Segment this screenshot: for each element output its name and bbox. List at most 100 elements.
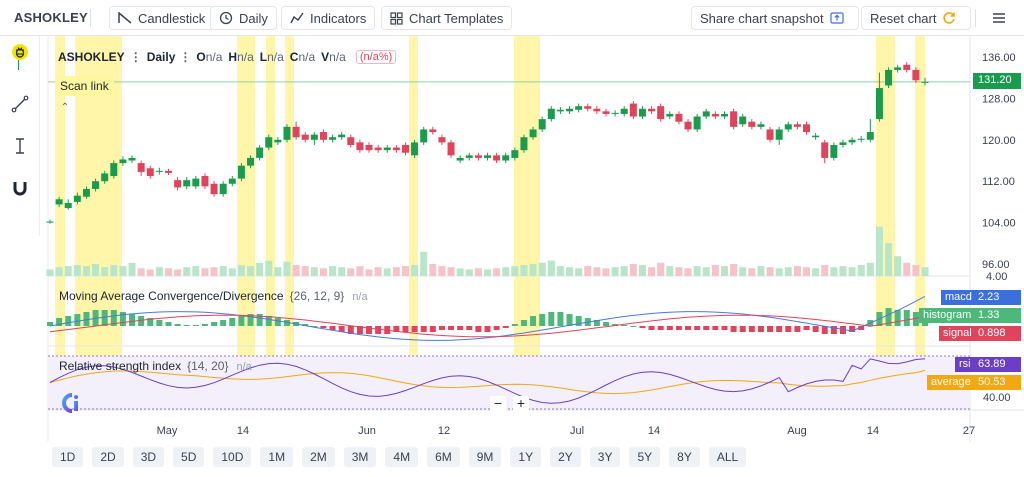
volume-bar <box>648 267 656 276</box>
highlight-band <box>514 36 540 410</box>
candle-body <box>247 157 255 166</box>
share-snapshot-button[interactable]: Share chart snapshot <box>691 6 859 30</box>
candle-body <box>538 119 546 130</box>
range-button-3y[interactable]: 3Y <box>589 447 621 467</box>
ticker-symbol[interactable]: ASHOKLEY <box>14 10 88 25</box>
candle-body <box>875 88 883 120</box>
candle-body <box>675 113 683 122</box>
candle-body <box>684 121 692 130</box>
zoom-in-button[interactable]: + <box>513 396 529 412</box>
candle-body <box>830 144 838 158</box>
candle-body <box>73 195 81 202</box>
range-button-1y[interactable]: 1Y <box>510 447 542 467</box>
legend-c-label: C <box>289 50 299 64</box>
candle-body <box>620 108 628 114</box>
macd-histogram-bar <box>466 326 473 330</box>
macd-histogram-bar <box>803 326 810 330</box>
candle-body <box>702 111 710 117</box>
volume-bar <box>55 267 63 276</box>
range-button-6m[interactable]: 6M <box>427 447 460 467</box>
reset-chart-label: Reset chart <box>870 10 937 26</box>
range-button-5y[interactable]: 5Y <box>629 447 661 467</box>
candlestick-icon <box>118 12 132 24</box>
candle-body <box>292 126 300 138</box>
y-tick-label: 4.00 <box>986 271 1007 283</box>
candle-body <box>420 129 428 143</box>
range-button-3d[interactable]: 3D <box>132 447 165 467</box>
volume-bar <box>584 266 592 276</box>
volume-bar <box>392 267 400 276</box>
range-button-2y[interactable]: 2Y <box>550 447 581 467</box>
collapse-icon[interactable]: ⌃ <box>58 101 72 115</box>
volume-bar <box>183 267 191 276</box>
volume-bar <box>720 266 728 276</box>
y-tick-label: 112.00 <box>982 176 1015 188</box>
volume-bar <box>274 267 282 276</box>
macd-histogram-bar <box>101 310 108 326</box>
refresh-icon <box>943 12 956 24</box>
range-button-9m[interactable]: 9M <box>468 447 502 467</box>
volume-bar <box>429 263 437 276</box>
macd-histogram-bar <box>621 325 628 326</box>
macd-histogram-bar <box>493 326 500 330</box>
macd-na: n/a <box>352 291 368 303</box>
chart-templates-button[interactable]: Chart Templates <box>381 6 513 30</box>
x-tick-label: 27 <box>963 425 975 437</box>
range-button-all[interactable]: ALL <box>708 447 747 467</box>
candle-body <box>174 180 182 188</box>
range-button-2m[interactable]: 2M <box>302 447 335 467</box>
volume-bar <box>256 262 264 276</box>
range-button-1d[interactable]: 1D <box>52 447 84 467</box>
macd-histogram-bar <box>129 314 136 326</box>
highlight-band <box>409 36 418 410</box>
price-chart[interactable]: 136.00 128.00 120.00 112.00 104.00 96.004.00 M… <box>0 36 1024 442</box>
candle-body <box>757 124 765 127</box>
volume-bar <box>511 266 519 276</box>
volume-bar <box>310 267 318 276</box>
candle-body <box>137 163 145 172</box>
volume-bar <box>921 267 929 276</box>
macd-histogram-bar <box>894 310 901 326</box>
candle-body <box>821 142 829 158</box>
candle-body <box>456 157 464 161</box>
zoom-out-button[interactable]: − <box>490 396 506 412</box>
volume-bar <box>164 268 172 276</box>
indicators-button[interactable]: Indicators <box>281 6 376 30</box>
legend-l-label: L <box>259 50 268 64</box>
range-button-10d[interactable]: 10D <box>213 447 252 467</box>
legend-interval: Daily <box>146 50 176 64</box>
candle-body <box>237 165 245 179</box>
chart-type-button[interactable]: Candlestick <box>109 6 215 30</box>
volume-bar <box>465 269 473 276</box>
candle-body <box>392 147 400 151</box>
range-button-2d[interactable]: 2D <box>92 447 124 467</box>
candle-body <box>192 178 200 187</box>
macd-histogram-bar <box>484 326 491 332</box>
volume-bar <box>192 266 200 276</box>
candle-body <box>839 142 847 145</box>
reset-chart-button[interactable]: Reset chart <box>861 6 972 30</box>
candle-body <box>666 113 674 117</box>
scan-link[interactable]: Scan link <box>55 76 114 96</box>
candle-body <box>593 108 601 112</box>
legend-v-value: n/a <box>329 50 346 64</box>
range-button-5d[interactable]: 5D <box>173 447 205 467</box>
range-button-1m[interactable]: 1M <box>260 447 294 467</box>
x-tick-label: Aug <box>787 425 807 437</box>
volume-bar <box>174 269 182 276</box>
candle-body <box>46 221 54 223</box>
candle-body <box>921 81 929 83</box>
macd-histogram-bar <box>220 320 227 326</box>
grid-icon <box>390 11 403 25</box>
candle-body <box>584 106 592 109</box>
range-button-4m[interactable]: 4M <box>385 447 419 467</box>
legend-l-value: n/a <box>267 50 284 64</box>
volume-bar <box>338 267 346 276</box>
menu-button[interactable] <box>992 11 1006 29</box>
candle-body <box>429 129 437 133</box>
volume-bar <box>538 262 546 276</box>
range-button-8y[interactable]: 8Y <box>669 447 700 467</box>
interval-button[interactable]: Daily <box>210 6 277 30</box>
volume-bar <box>383 268 391 276</box>
range-button-3m[interactable]: 3M <box>343 447 377 467</box>
